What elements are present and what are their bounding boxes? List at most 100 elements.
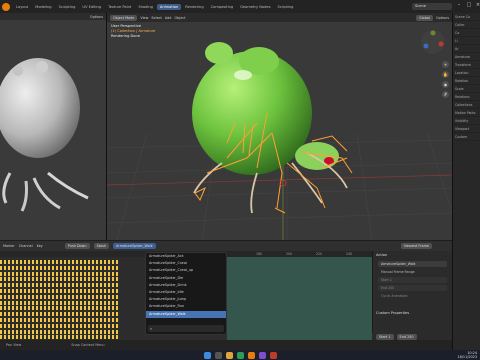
properties-row[interactable]: Location (453, 69, 480, 77)
zoom-icon[interactable]: + (442, 61, 449, 68)
action-list-item[interactable]: ArmatureSpider_Ack (146, 253, 226, 260)
menu-channel[interactable]: Channel (19, 244, 33, 248)
file-explorer-icon[interactable] (225, 351, 233, 359)
properties-row[interactable]: Scale (453, 85, 480, 93)
playback-range: Start 1 End 250 (372, 333, 452, 340)
keyframe-row[interactable] (0, 323, 118, 328)
properties-row[interactable]: Motion Paths (453, 109, 480, 117)
viewport-header: Object Mode View Select Add Object Globa… (107, 13, 452, 22)
pan-hand-icon[interactable]: ✋ (442, 71, 449, 78)
mode-selector[interactable]: Object Mode (110, 14, 138, 21)
keyframe-row[interactable] (0, 312, 118, 317)
search-icon[interactable] (214, 351, 222, 359)
navigation-gizmo-icon[interactable] (420, 29, 446, 55)
tab-shading[interactable]: Shading (135, 4, 156, 10)
start-frame-input[interactable]: Start 1 (376, 333, 394, 340)
blender-taskbar-icon[interactable] (247, 351, 255, 359)
menu-view[interactable]: View (140, 16, 148, 20)
keyframe-row[interactable] (0, 300, 118, 305)
properties-row[interactable]: Relations (453, 93, 480, 101)
snapping-selector[interactable]: Nearest Frame (401, 243, 432, 249)
blender-logo-icon[interactable] (2, 2, 10, 11)
tab-rendering[interactable]: Rendering (182, 4, 206, 10)
action-list-item[interactable]: ArmatureSpider_Run (146, 303, 226, 310)
stash-button[interactable]: Stash (93, 243, 110, 249)
menu-object[interactable]: Object (174, 16, 185, 20)
properties-row[interactable]: Transform (453, 61, 480, 69)
keyframe-row[interactable] (0, 283, 118, 288)
clock[interactable]: 10:24 16/11/2023 (457, 351, 477, 359)
tab-modeling[interactable]: Modeling (32, 4, 54, 10)
tab-layout[interactable]: Layout (13, 4, 31, 10)
tab-uv-editing[interactable]: UV Editing (79, 4, 104, 10)
properties-row[interactable]: Collec (453, 21, 480, 29)
camera-icon[interactable]: ◉ (442, 81, 449, 88)
properties-panel[interactable]: Scene Co Collec Ca Li Ar Armature Transform Loc… (453, 13, 480, 350)
keyframe-row[interactable] (0, 318, 118, 322)
start-label: Start (381, 278, 389, 282)
tab-geometry-nodes[interactable]: Geometry Nodes (237, 4, 273, 10)
custom-properties-header[interactable]: Custom Properties (373, 309, 452, 317)
browser-icon[interactable] (236, 351, 244, 359)
menu-select[interactable]: Select (151, 16, 161, 20)
grid-icon[interactable]: # (442, 91, 449, 98)
properties-row[interactable]: Ar (453, 45, 480, 53)
keyframe-row[interactable] (0, 271, 118, 276)
end-frame-field[interactable]: End 250 (378, 285, 447, 291)
tab-compositing[interactable]: Compositing (208, 4, 237, 10)
action-selector[interactable]: ArmatureSpider_Walk (113, 243, 156, 249)
action-list-item[interactable]: ArmatureSpider_Crawl (146, 260, 226, 267)
properties-row[interactable]: Rotation (453, 77, 480, 85)
minimize-icon[interactable]: – (454, 0, 464, 10)
end-frame-input[interactable]: End 250 (396, 333, 417, 340)
keyframe-row[interactable] (0, 289, 118, 293)
properties-row[interactable]: Armature (453, 53, 480, 61)
manual-frame-range-checkbox[interactable]: Manual Frame Range (378, 269, 447, 275)
keyframe-row[interactable] (0, 306, 118, 311)
keyframe-row[interactable] (0, 335, 118, 340)
tab-texture-paint[interactable]: Texture Paint (105, 4, 134, 10)
action-list-item[interactable]: ArmatureSpider_Idle (146, 289, 226, 296)
keyframe-row[interactable] (0, 260, 118, 264)
action-list-item[interactable]: ArmatureSpider_Crawl_up (146, 267, 226, 274)
keyframe-row[interactable] (0, 277, 118, 282)
properties-row[interactable]: Visibility (453, 117, 480, 125)
viewport-nav-tools: + ✋ ◉ # (442, 61, 450, 98)
main-viewport[interactable]: Object Mode View Select Add Object Globa… (107, 13, 452, 240)
properties-row[interactable]: Ca (453, 29, 480, 37)
app-icon[interactable] (258, 351, 266, 359)
tab-scripting[interactable]: Scripting (274, 4, 296, 10)
action-list-item[interactable]: ArmatureSpider_Die (146, 275, 226, 282)
keyframe-row[interactable] (0, 329, 118, 334)
keyframe-row[interactable] (0, 265, 118, 270)
options-label[interactable]: Options (436, 16, 449, 20)
properties-row[interactable]: Scene Co (453, 13, 480, 21)
push-down-button[interactable]: Push Down (64, 243, 90, 249)
keyframe-row[interactable] (0, 294, 118, 299)
properties-row[interactable]: Collections (453, 101, 480, 109)
tab-sculpting[interactable]: Sculpting (56, 4, 79, 10)
app-icon[interactable] (269, 351, 277, 359)
close-icon[interactable]: × (473, 0, 480, 10)
menu-marker[interactable]: Marker (3, 244, 15, 248)
transform-orientation[interactable]: Global (416, 14, 433, 21)
properties-row[interactable]: Viewport (453, 125, 480, 133)
scene-selector[interactable]: Scene (412, 3, 452, 10)
menu-key[interactable]: Key (37, 244, 43, 248)
start-value: 1 (388, 334, 391, 339)
action-list-item[interactable]: ArmatureSpider_Jump (146, 296, 226, 303)
properties-row[interactable]: Custom (453, 133, 480, 141)
action-panel-title[interactable]: Action (373, 251, 452, 259)
action-list-item[interactable]: ArmatureSpider_Walk (146, 310, 226, 318)
menu-add[interactable]: Add (165, 16, 172, 20)
action-list-item[interactable]: ArmatureSpider_Drink (146, 282, 226, 289)
action-name-field[interactable]: ArmatureSpider_Walk (378, 261, 447, 267)
start-icon[interactable] (203, 351, 211, 359)
left-viewport[interactable]: Options (0, 13, 106, 240)
tab-animation[interactable]: Animation (156, 3, 182, 10)
dropdown-search-field[interactable]: ⌕ (148, 325, 224, 332)
cyclic-checkbox[interactable]: Cyclic Animation (378, 293, 447, 299)
action-dropdown[interactable]: ArmatureSpider_Ack ArmatureSpider_Crawl Ar… (145, 252, 227, 335)
start-frame-field[interactable]: Start 1 (378, 277, 447, 283)
properties-row[interactable]: Li (453, 37, 480, 45)
